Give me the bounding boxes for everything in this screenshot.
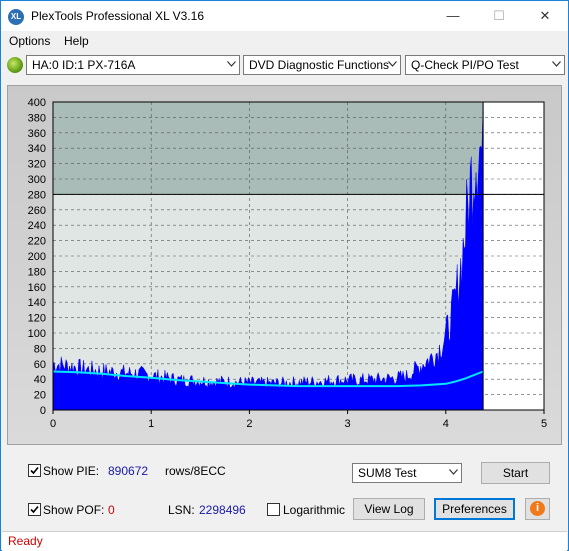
x-tick-label: 4	[443, 418, 449, 430]
status-bar: Ready	[2, 531, 567, 551]
logarithmic-checkbox[interactable]	[267, 503, 280, 516]
y-tick-label: 120	[28, 313, 46, 325]
y-tick-label: 60	[34, 359, 46, 371]
checkmark-icon	[30, 466, 39, 475]
start-button[interactable]: Start	[481, 462, 550, 484]
view-log-button[interactable]: View Log	[353, 498, 425, 520]
pie-value: 890672	[108, 464, 149, 478]
y-tick-label: 380	[28, 112, 46, 124]
show-pie-checkbox[interactable]	[28, 464, 41, 477]
x-tick-label: 1	[148, 418, 154, 430]
maximize-button[interactable]: ☐	[476, 1, 522, 31]
y-tick-label: 360	[28, 128, 46, 140]
y-tick-label: 20	[34, 390, 46, 402]
x-tick-label: 2	[246, 418, 252, 430]
menu-options[interactable]: Options	[9, 34, 50, 48]
y-tick-label: 320	[28, 159, 46, 171]
preferences-button[interactable]: Preferences	[434, 498, 515, 520]
test-select-value: Q-Check PI/PO Test	[411, 58, 519, 72]
checkmark-icon	[30, 505, 39, 514]
y-tick-label: 280	[28, 189, 46, 201]
y-tick-label: 80	[34, 343, 46, 355]
logarithmic-label: Logarithmic	[283, 503, 346, 517]
menu-bar: Options Help	[1, 31, 568, 51]
x-tick-label: 0	[50, 418, 56, 430]
y-tick-label: 260	[28, 205, 46, 217]
chevron-down-icon	[552, 61, 561, 67]
show-pof-checkbox[interactable]	[28, 503, 41, 516]
y-tick-label: 300	[28, 174, 46, 186]
test-select[interactable]: Q-Check PI/PO Test	[405, 55, 565, 75]
y-tick-label: 200	[28, 251, 46, 263]
sum-test-value: SUM8 Test	[358, 466, 417, 480]
y-tick-label: 340	[28, 143, 46, 155]
chart-panel: 0 20 40 60 80 100 120 140 160 180 200 220 240 260 280 3…	[7, 85, 562, 445]
chevron-down-icon	[388, 61, 397, 67]
pi-po-chart: 0204060801001201401601802002202402602803…	[28, 97, 547, 430]
y-tick-label: 240	[28, 220, 46, 232]
function-select-value: DVD Diagnostic Functions	[249, 58, 390, 72]
sum-test-select[interactable]: SUM8 Test	[352, 463, 462, 483]
y-tick-label: 160	[28, 282, 46, 294]
y-tick-label: 140	[28, 297, 46, 309]
close-button[interactable]: ✕	[522, 1, 568, 31]
y-tick-label: 400	[28, 97, 46, 109]
x-tick-label: 3	[345, 418, 351, 430]
status-text: Ready	[8, 534, 43, 548]
show-pie-label: Show PIE:	[43, 464, 100, 478]
y-tick-label: 40	[34, 374, 46, 386]
lsn-label: LSN:	[168, 503, 195, 517]
minimize-button[interactable]: —	[430, 1, 476, 31]
y-tick-label: 100	[28, 328, 46, 340]
y-tick-label: 220	[28, 236, 46, 248]
window-title: PlexTools Professional XL V3.16	[31, 9, 204, 23]
main-window: XL PlexTools Professional XL V3.16 — ☐ ✕…	[0, 0, 569, 551]
lsn-value: 2298496	[199, 503, 246, 517]
drive-select-value: HA:0 ID:1 PX-716A	[32, 58, 136, 72]
menu-help[interactable]: Help	[64, 34, 89, 48]
info-button[interactable]: i	[525, 498, 550, 520]
function-select[interactable]: DVD Diagnostic Functions	[243, 55, 401, 75]
drive-select[interactable]: HA:0 ID:1 PX-716A	[26, 55, 240, 75]
info-icon: i	[530, 501, 545, 516]
drive-status-icon	[7, 57, 23, 73]
rows-label: rows/8ECC	[165, 464, 226, 478]
chevron-down-icon	[449, 469, 458, 475]
y-tick-label: 180	[28, 266, 46, 278]
chevron-down-icon	[227, 61, 236, 67]
show-pof-label: Show POF:	[43, 503, 105, 517]
app-logo-icon: XL	[8, 9, 24, 25]
title-bar: XL PlexTools Professional XL V3.16 — ☐ ✕	[1, 1, 568, 31]
pof-value: 0	[108, 503, 115, 517]
x-tick-label: 5	[541, 418, 547, 430]
y-tick-label: 0	[40, 405, 46, 417]
